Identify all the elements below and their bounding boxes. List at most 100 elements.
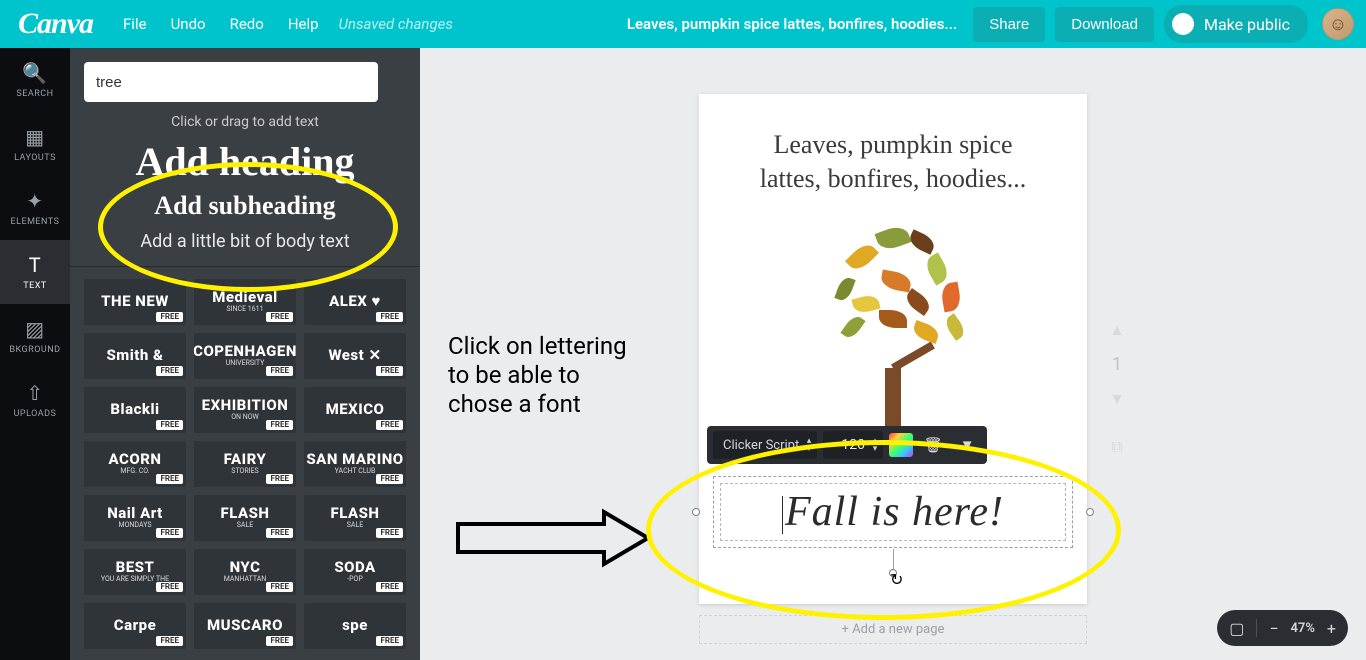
zoom-in-button[interactable]: + <box>1327 619 1336 638</box>
text-template[interactable]: West ✕FREE <box>304 333 406 379</box>
template-line1: NYC <box>230 560 261 576</box>
make-public-button[interactable]: Make public <box>1164 5 1308 43</box>
text-edit-box[interactable]: Fall is here! <box>720 483 1066 541</box>
template-line1: Blackli <box>110 402 159 418</box>
text-template[interactable]: speFREE <box>304 603 406 649</box>
template-line1: Carpe <box>114 618 157 634</box>
add-body-button[interactable]: Add a little bit of body text <box>84 231 406 252</box>
text-template[interactable]: ACORNMFG. CO.FREE <box>84 441 186 487</box>
nav-elements[interactable]: ✦ELEMENTS <box>0 176 70 240</box>
zoom-percent[interactable]: 47% <box>1290 621 1314 636</box>
free-badge: FREE <box>376 582 403 592</box>
leaf-icon <box>879 310 907 328</box>
leaf-icon <box>907 229 937 254</box>
present-icon[interactable]: ▢ <box>1229 619 1244 638</box>
text-template[interactable]: NYCMANHATTANFREE <box>194 549 296 595</box>
text-template[interactable]: FLASHSALEFREE <box>304 495 406 541</box>
selected-text-wrapper: ↻ Fall is here! <box>699 476 1087 548</box>
text-template[interactable]: EXHIBITIONON NOWFREE <box>194 387 296 433</box>
page-up-icon[interactable]: ▲ <box>1109 320 1125 340</box>
search-icon: 🔍 <box>22 61 47 85</box>
template-line1: EXHIBITION <box>202 398 289 414</box>
text-template[interactable]: COPENHAGENUNIVERSITYFREE <box>194 333 296 379</box>
text-template[interactable]: Smith &FREE <box>84 333 186 379</box>
zoom-out-button[interactable]: − <box>1269 619 1278 638</box>
template-line1: West ✕ <box>328 348 381 364</box>
text-template[interactable]: FAIRYSTORIESFREE <box>194 441 296 487</box>
menu-file[interactable]: File <box>123 15 147 33</box>
free-badge: FREE <box>156 312 183 322</box>
free-badge: FREE <box>156 420 183 430</box>
template-line2: -POP <box>347 576 363 583</box>
free-badge: FREE <box>266 528 293 538</box>
panel-divider <box>70 266 420 267</box>
design-page[interactable]: Leaves, pumpkin spice lattes, bonfires, … <box>699 94 1087 604</box>
nav-bkground[interactable]: ▨BKGROUND <box>0 304 70 368</box>
page-down-icon[interactable]: ▼ <box>1109 389 1125 409</box>
resize-handle-left[interactable] <box>692 508 700 516</box>
tree-graphic[interactable] <box>793 224 993 444</box>
add-heading-button[interactable]: Add heading <box>84 138 406 185</box>
panel-search-input[interactable] <box>96 74 366 91</box>
editable-text[interactable]: Fall is here! <box>723 488 1063 536</box>
font-selector[interactable]: Clicker Script ▴▾ <box>713 431 817 459</box>
text-template[interactable]: Nail ArtMONDAYSFREE <box>84 495 186 541</box>
text-selection-bounds[interactable]: ↻ Fall is here! <box>713 476 1073 548</box>
panel-search[interactable] <box>84 62 378 102</box>
leaf-icon <box>942 313 967 341</box>
duplicate-page-icon[interactable]: ⧉ <box>1111 437 1122 457</box>
font-size-input[interactable]: 120 ▴▾ <box>823 431 883 459</box>
add-subheading-button[interactable]: Add subheading <box>84 191 406 221</box>
template-line1: spe <box>342 618 368 634</box>
nav-text[interactable]: TTEXT <box>0 240 70 304</box>
text-template[interactable]: MUSCAROFREE <box>194 603 296 649</box>
rotate-line <box>893 549 894 571</box>
top-bar: Canva File Undo Redo Help Unsaved change… <box>0 0 1366 48</box>
separator <box>1256 619 1257 637</box>
template-line2: SALE <box>347 522 363 529</box>
template-line1: FAIRY <box>224 452 267 468</box>
share-button[interactable]: Share <box>973 7 1045 42</box>
layouts-icon: ▦ <box>25 125 44 149</box>
text-template[interactable]: SAN MARINOYACHT CLUBFREE <box>304 441 406 487</box>
user-avatar[interactable]: ☺ <box>1322 8 1354 40</box>
text-template[interactable]: CarpeFREE <box>84 603 186 649</box>
template-line1: ACORN <box>109 452 162 468</box>
free-badge: FREE <box>266 420 293 430</box>
nav-search[interactable]: 🔍SEARCH <box>0 48 70 112</box>
text-color-picker[interactable] <box>889 433 913 457</box>
drag-hint: Click or drag to add text <box>84 114 406 130</box>
text-template[interactable]: MEXICOFREE <box>304 387 406 433</box>
nav-layouts[interactable]: ▦LAYOUTS <box>0 112 70 176</box>
text-template[interactable]: THE NEWFREE <box>84 279 186 325</box>
unsaved-status: Unsaved changes <box>339 15 453 33</box>
menu-help[interactable]: Help <box>288 15 319 33</box>
size-stepper-icon: ▴▾ <box>873 437 878 453</box>
elements-icon: ✦ <box>26 189 43 213</box>
rotate-handle[interactable]: ↻ <box>889 569 897 577</box>
public-toggle-icon <box>1172 13 1194 35</box>
delete-text-button[interactable]: 🗑 <box>919 431 947 459</box>
add-page-button[interactable]: + Add a new page <box>699 615 1087 644</box>
text-template[interactable]: ALEX ♥FREE <box>304 279 406 325</box>
text-template[interactable]: Blackli FREE <box>84 387 186 433</box>
text-template[interactable]: SODA-POPFREE <box>304 549 406 595</box>
download-button[interactable]: Download <box>1055 7 1154 42</box>
menu-redo[interactable]: Redo <box>230 15 264 33</box>
document-title[interactable]: Leaves, pumpkin spice lattes, bonfires, … <box>627 15 963 33</box>
text-template[interactable]: BESTYOU ARE SIMPLY THEFREE <box>84 549 186 595</box>
free-badge: FREE <box>266 582 293 592</box>
page-heading[interactable]: Leaves, pumpkin spice lattes, bonfires, … <box>699 128 1087 196</box>
nav-uploads[interactable]: ⇧UPLOADS <box>0 368 70 432</box>
resize-handle-right[interactable] <box>1086 508 1094 516</box>
logo: Canva <box>12 7 105 41</box>
text-caret <box>782 496 783 534</box>
text-template[interactable]: FLASHSALEFREE <box>194 495 296 541</box>
template-line1: FLASH <box>330 506 379 522</box>
more-options-button[interactable]: ▼ <box>953 431 981 459</box>
nav-text-label: TEXT <box>23 281 47 291</box>
annotation-arrow <box>454 508 652 568</box>
font-size-value: 120 <box>841 437 865 453</box>
menu-undo[interactable]: Undo <box>171 15 206 33</box>
text-template[interactable]: MedievalSINCE 1611FREE <box>194 279 296 325</box>
